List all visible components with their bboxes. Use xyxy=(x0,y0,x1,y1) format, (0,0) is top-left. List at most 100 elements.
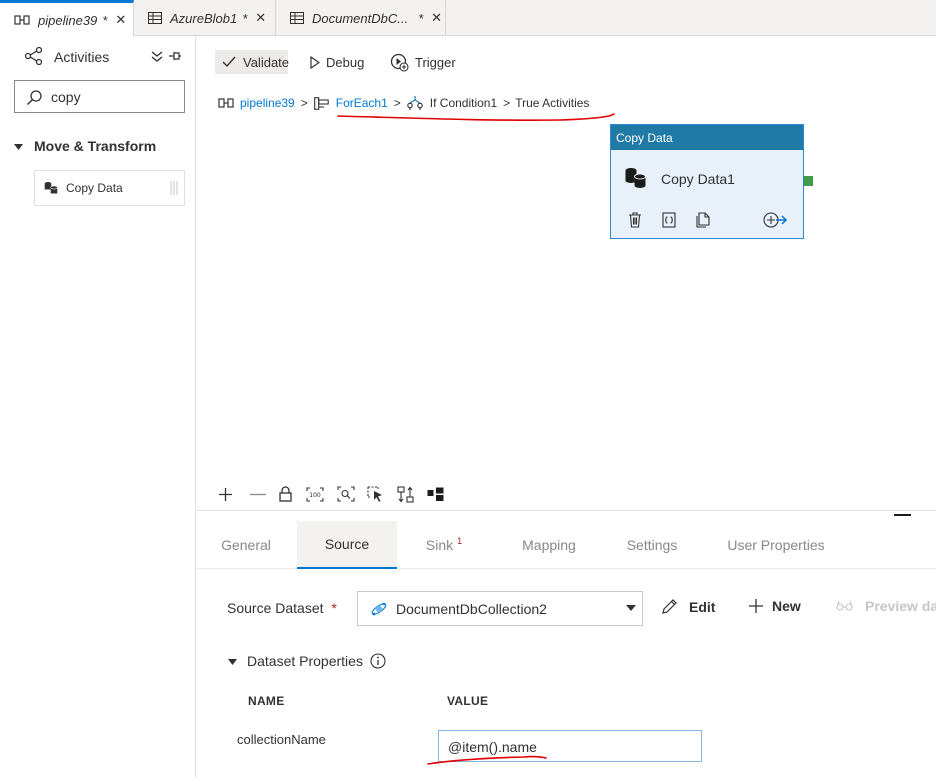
breadcrumb-current: True Activities xyxy=(515,96,590,110)
required-asterisk: * xyxy=(331,600,337,616)
new-dataset-button[interactable]: New xyxy=(748,598,801,614)
auto-align-icon[interactable] xyxy=(397,485,414,503)
breadcrumb-separator: > xyxy=(503,96,511,110)
category-move-transform[interactable]: Move & Transform xyxy=(14,138,156,154)
validate-button[interactable]: Validate xyxy=(215,50,290,74)
checkmark-icon xyxy=(222,56,236,68)
collapse-all-icon[interactable] xyxy=(150,49,164,63)
table-icon xyxy=(148,12,162,24)
add-output-icon[interactable] xyxy=(762,211,788,229)
source-dataset-dropdown[interactable]: DocumentDbCollection2 xyxy=(357,591,643,626)
tab-label: Settings xyxy=(626,537,678,553)
debug-label: Debug xyxy=(326,54,365,70)
if-condition-icon xyxy=(407,96,423,110)
breadcrumb-pipeline-link[interactable]: pipeline39 xyxy=(240,96,295,110)
field-label: Source Dataset xyxy=(227,600,324,616)
canvas-toolbar: 100 xyxy=(218,484,444,504)
zoom-to-fit-icon[interactable] xyxy=(337,486,355,502)
pipeline-icon xyxy=(218,97,234,109)
button-label: Edit xyxy=(689,598,716,615)
svg-text:100: 100 xyxy=(309,492,321,499)
collapse-triangle-icon xyxy=(14,142,23,151)
tab-label: General xyxy=(221,537,271,553)
glasses-icon xyxy=(836,599,853,613)
tab-mapping[interactable]: Mapping xyxy=(503,521,595,569)
category-label: Move & Transform xyxy=(34,138,157,154)
tab-documentdbc[interactable]: DocumentDbC... * ✕ xyxy=(276,0,446,36)
drag-handle-icon[interactable] xyxy=(169,181,179,195)
close-icon[interactable]: ✕ xyxy=(255,10,266,26)
trigger-button[interactable]: Trigger xyxy=(390,50,456,74)
dataset-properties-section[interactable]: Dataset Properties xyxy=(228,653,386,669)
activities-title: Activities xyxy=(54,49,110,65)
breadcrumb: pipeline39 > ForEach1 > If Condition1 > … xyxy=(218,96,589,110)
tab-azureblob1[interactable]: AzureBlob1 * ✕ xyxy=(134,0,276,36)
tab-label: Source xyxy=(324,536,370,552)
foreach-icon xyxy=(313,96,329,110)
tab-sink[interactable]: Sink 1 xyxy=(397,521,491,569)
tab-general[interactable]: General xyxy=(196,521,296,569)
delete-icon[interactable] xyxy=(628,212,642,228)
canvas-divider xyxy=(196,510,936,511)
search-icon xyxy=(26,89,43,106)
layout-icon[interactable] xyxy=(427,487,444,501)
tab-label: AzureBlob1 xyxy=(170,10,238,26)
property-name: collectionName xyxy=(237,732,326,747)
copy-data-activity-node[interactable]: Copy Data Copy Data1 xyxy=(610,124,804,239)
document-tab-strip: pipeline39 * ✕ AzureBlob1 * ✕ DocumentDb… xyxy=(0,0,936,37)
close-icon[interactable]: ✕ xyxy=(115,12,126,28)
activity-search-box[interactable] xyxy=(14,80,185,113)
lock-icon[interactable] xyxy=(279,486,292,502)
success-output-port[interactable] xyxy=(804,176,813,186)
annotation-underline-value xyxy=(427,755,547,765)
activity-copy-data[interactable]: Copy Data xyxy=(34,170,185,206)
chevron-down-icon xyxy=(626,605,636,612)
button-label: Preview data xyxy=(865,598,936,614)
table-icon xyxy=(290,12,304,24)
validate-label: Validate xyxy=(243,54,290,70)
pin-icon[interactable] xyxy=(168,49,182,63)
tab-modified-mark: * xyxy=(102,12,108,28)
copy-data-icon xyxy=(44,181,58,195)
search-input[interactable] xyxy=(51,87,176,107)
tab-modified-mark: * xyxy=(242,10,248,26)
trigger-label: Trigger xyxy=(415,54,456,70)
breadcrumb-if-condition[interactable]: If Condition1 xyxy=(430,96,497,110)
minimize-panel-icon[interactable] xyxy=(894,514,911,516)
zoom-100-icon[interactable]: 100 xyxy=(306,486,324,502)
dropdown-value: DocumentDbCollection2 xyxy=(396,601,547,617)
column-header-value: VALUE xyxy=(447,694,489,708)
edit-dataset-button[interactable]: Edit xyxy=(661,598,715,615)
debug-button[interactable]: Debug xyxy=(310,50,364,74)
tab-settings[interactable]: Settings xyxy=(607,521,697,569)
zoom-out-icon[interactable] xyxy=(249,487,267,502)
tab-source[interactable]: Source xyxy=(297,521,397,569)
annotation-underline-breadcrumb xyxy=(337,113,615,121)
select-multiple-icon[interactable] xyxy=(367,486,385,502)
tab-pipeline39[interactable]: pipeline39 * ✕ xyxy=(0,0,134,37)
trigger-icon xyxy=(390,53,409,72)
activities-icon xyxy=(24,46,44,66)
copy-data-icon xyxy=(624,167,648,189)
button-label: New xyxy=(772,598,801,614)
breadcrumb-separator: > xyxy=(393,96,401,110)
tab-user-properties[interactable]: User Properties xyxy=(718,521,834,569)
info-icon[interactable] xyxy=(370,653,386,669)
column-header-name: NAME xyxy=(248,694,285,708)
close-icon[interactable]: ✕ xyxy=(431,10,442,26)
cosmos-db-icon xyxy=(370,600,388,618)
section-title: Dataset Properties xyxy=(247,653,363,669)
pipeline-icon xyxy=(14,14,30,26)
tab-modified-mark: * xyxy=(418,10,424,26)
collapse-triangle-icon xyxy=(228,657,237,666)
plus-icon xyxy=(748,598,764,614)
pencil-icon xyxy=(661,598,678,615)
code-icon[interactable] xyxy=(661,212,677,228)
breadcrumb-foreach-link[interactable]: ForEach1 xyxy=(336,96,388,110)
preview-data-button[interactable]: Preview data xyxy=(836,598,936,614)
zoom-in-icon[interactable] xyxy=(218,487,233,502)
tab-label: Sink xyxy=(425,537,454,553)
node-name: Copy Data1 xyxy=(661,171,735,187)
tab-label: pipeline39 xyxy=(38,12,98,28)
clone-icon[interactable] xyxy=(695,212,711,228)
